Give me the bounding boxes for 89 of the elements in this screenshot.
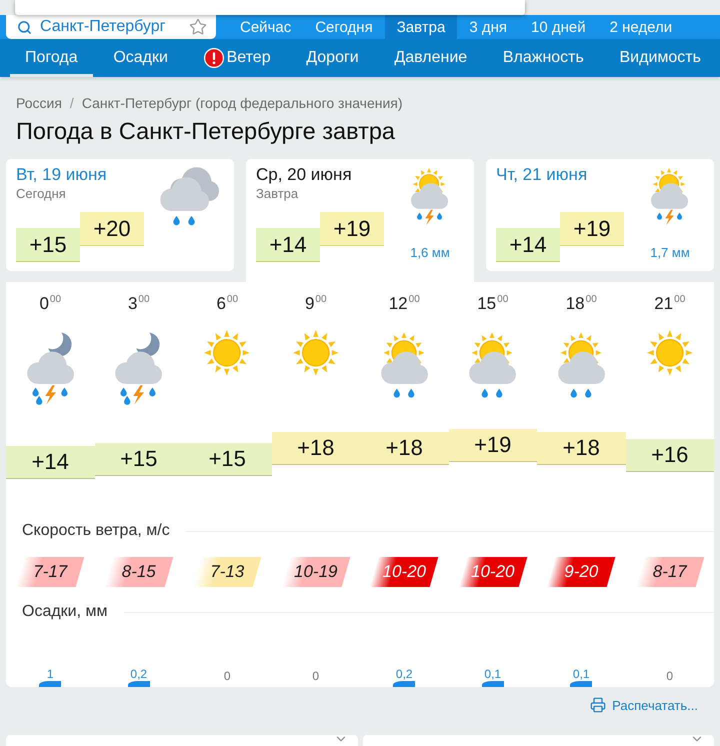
- moon-cloud-lightning-icon: [26, 330, 75, 406]
- period-tab[interactable]: 3 дня: [457, 15, 519, 39]
- precipitation-value: 0,1: [484, 667, 502, 681]
- precipitation-bar: [570, 681, 592, 687]
- precipitation-bar: [39, 681, 62, 687]
- day-date: Чт, 21 июня: [496, 166, 588, 184]
- printer-icon: [590, 697, 606, 713]
- wind-speed-badge: 10-19: [282, 557, 350, 587]
- hour-time: 0$^{00}$: [39, 294, 62, 314]
- precipitation-value: 0: [312, 669, 320, 683]
- wind-speed-label: Скорость ветра, м/с: [22, 522, 170, 540]
- sun-icon: [292, 330, 339, 376]
- precipitation-bar: [128, 681, 150, 687]
- temperature-bar: +16: [626, 439, 714, 472]
- nav-tab[interactable]: Влажность: [488, 39, 599, 77]
- temperature-bar: +18: [272, 432, 360, 466]
- sun-cloud-lightning-icon: [650, 166, 690, 226]
- breadcrumb-link[interactable]: Санкт-Петербург (город федерального значения): [82, 95, 403, 111]
- wind-speed-badge: 9-20: [547, 557, 616, 587]
- period-tab[interactable]: Сегодня: [303, 15, 385, 39]
- sun-cloud-rain-icon: [380, 330, 429, 398]
- sun-cloud-rain-icon: [556, 330, 606, 398]
- star-icon[interactable]: [189, 18, 207, 36]
- nav-tab[interactable]: Давление: [379, 39, 482, 77]
- period-tab[interactable]: Сейчас: [228, 15, 304, 39]
- breadcrumb-link[interactable]: Россия: [16, 95, 62, 111]
- sun-icon: [646, 330, 693, 376]
- sun-cloud-rain-icon: [468, 330, 518, 398]
- precipitation-value: 0,2: [396, 667, 413, 681]
- precipitation-value: 1: [46, 667, 54, 681]
- temperature-bar: +14: [6, 446, 94, 479]
- day-card[interactable]: Чт, 21 июня +14 +19 1,7 мм: [486, 159, 714, 271]
- temperature-bar: +15: [94, 442, 183, 476]
- nav-tab[interactable]: Видимость: [604, 39, 716, 77]
- precipitation-label: Осадки, мм: [22, 603, 108, 621]
- day-label: Сегодня: [16, 186, 66, 202]
- wind-speed-badge: 8-15: [104, 557, 173, 587]
- precipitation-value: 0,1: [572, 667, 590, 681]
- hour-time: 15$^{00}$: [477, 294, 508, 314]
- min-temperature: +15: [16, 228, 80, 262]
- max-temperature: +19: [560, 212, 624, 246]
- page-title: Погода в Санкт-Петербурге завтра: [16, 117, 396, 145]
- period-tab[interactable]: Завтра: [384, 15, 458, 39]
- hour-time: 6$^{00}$: [216, 294, 238, 314]
- sun-icon: [204, 330, 250, 376]
- precipitation-amount: 1,7 мм: [650, 245, 690, 260]
- wind-speed-badge: 7-17: [16, 557, 84, 587]
- clouds-rain-icon: [159, 166, 221, 226]
- precipitation-value: 0: [666, 669, 674, 683]
- precipitation-amount: 1,6 мм: [410, 245, 450, 260]
- sun-cloud-lightning-icon: [410, 166, 450, 226]
- hour-time: 18$^{00}$: [566, 294, 597, 314]
- day-card[interactable]: Ср, 20 июня Завтра +14 +19 1,6 мм: [246, 159, 474, 282]
- max-temperature: +19: [320, 212, 384, 246]
- min-temperature: +14: [256, 228, 320, 262]
- search-icon: [17, 20, 32, 34]
- day-date: Ср, 20 июня: [256, 166, 352, 184]
- nav-tab[interactable]: Ветер: [188, 39, 286, 77]
- hour-time: 21$^{00}$: [654, 294, 686, 314]
- precipitation-bar: [482, 681, 504, 687]
- breadcrumb-separator: /: [70, 95, 74, 111]
- temperature-bar: +18: [537, 432, 626, 466]
- search-field[interactable]: Санкт-Петербург: [6, 15, 216, 39]
- day-card[interactable]: Вт, 19 июня Сегодня +15 +20: [6, 159, 234, 271]
- nav-tab[interactable]: Погода: [10, 39, 93, 77]
- wind-speed-badge: 10-20: [458, 557, 527, 587]
- temperature-bar: +18: [360, 432, 448, 466]
- wind-speed-badge: 8-17: [636, 557, 704, 587]
- temperature-bar: +19: [448, 429, 537, 462]
- max-temperature: +20: [80, 212, 144, 246]
- period-tab[interactable]: 2 недели: [598, 15, 684, 39]
- precipitation-bar: [393, 681, 416, 687]
- day-date: Вт, 19 июня: [16, 166, 107, 184]
- print-link[interactable]: Распечатать...: [590, 697, 698, 713]
- hour-time: 3$^{00}$: [128, 294, 150, 314]
- moon-cloud-lightning-icon: [114, 330, 164, 406]
- temperature-bar: +15: [183, 442, 272, 476]
- hour-time: 12$^{00}$: [388, 294, 420, 314]
- precipitation-value: 0,2: [130, 667, 148, 681]
- day-label: Завтра: [256, 186, 298, 202]
- wind-speed-badge: 7-13: [193, 557, 262, 587]
- hour-time: 9$^{00}$: [304, 294, 327, 314]
- wind-speed-badge: 10-20: [370, 557, 438, 587]
- nav-tab[interactable]: Осадки: [98, 39, 183, 77]
- nav-tab[interactable]: Дороги: [291, 39, 374, 77]
- precipitation-value: 0: [224, 669, 231, 683]
- period-tab[interactable]: 10 дней: [519, 15, 598, 39]
- alert-icon: [204, 48, 224, 68]
- min-temperature: +14: [496, 228, 560, 262]
